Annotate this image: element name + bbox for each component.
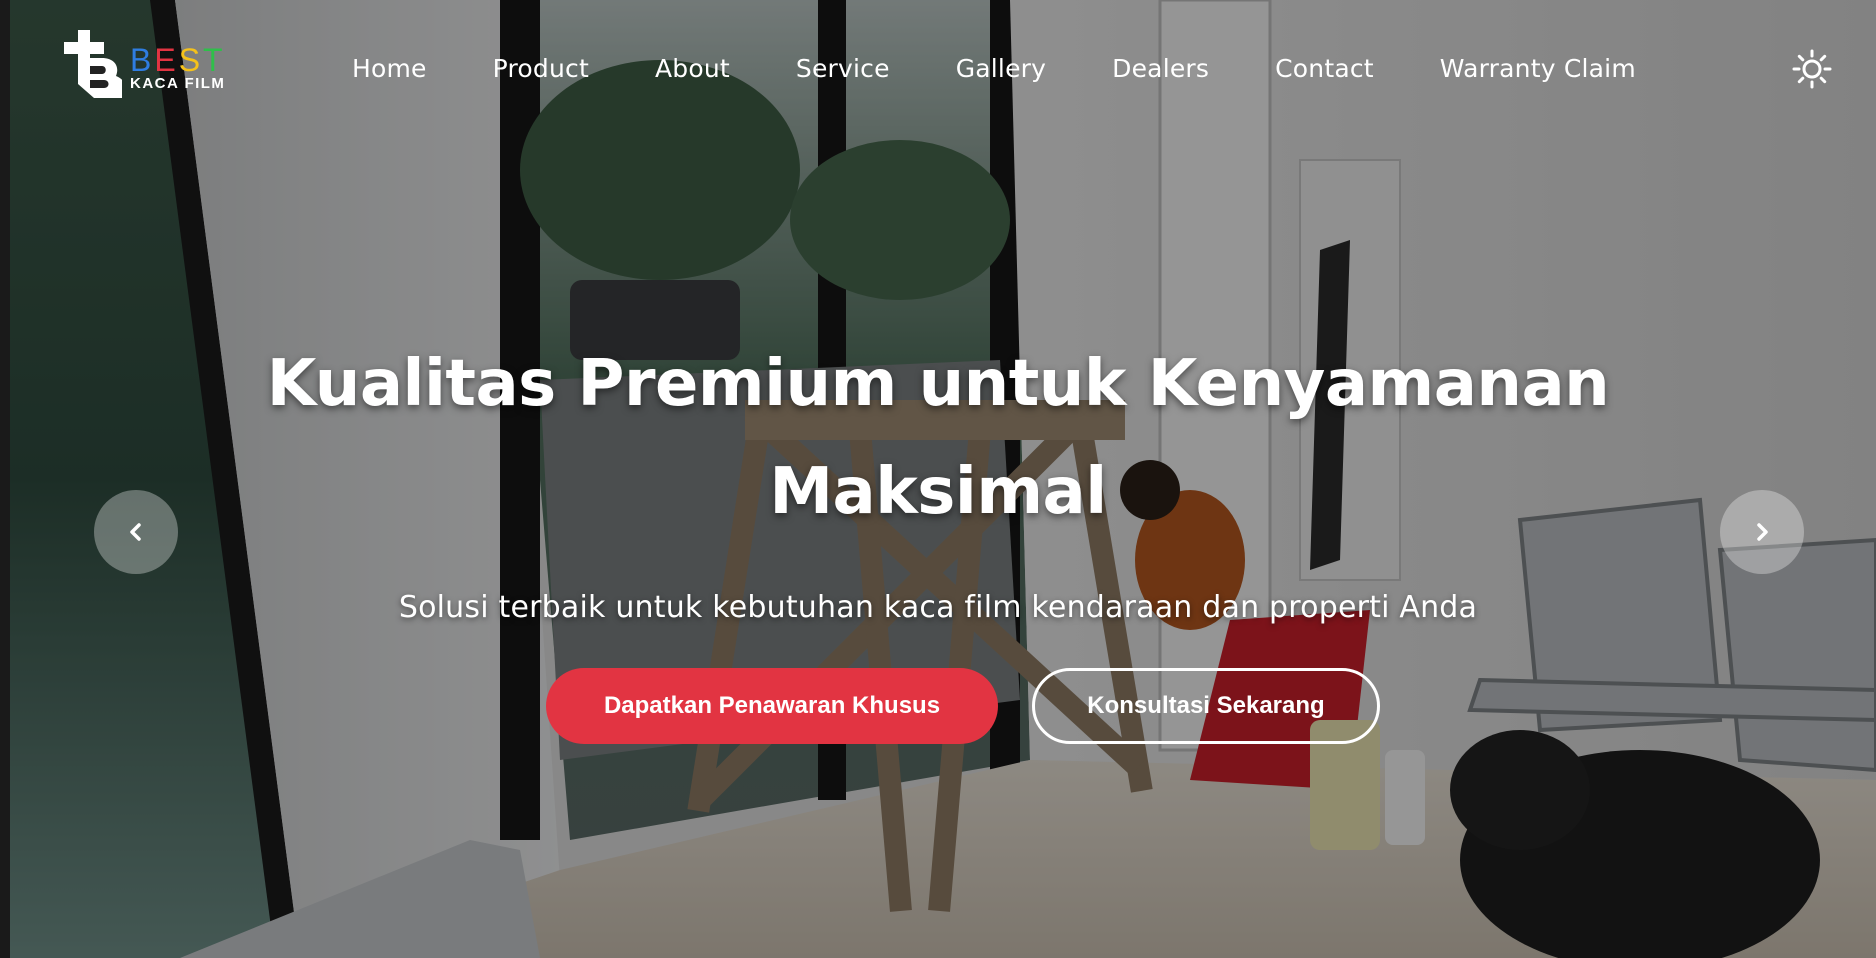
logo-mark-icon <box>64 30 122 98</box>
nav-service[interactable]: Service <box>796 52 890 86</box>
nav-warranty-claim[interactable]: Warranty Claim <box>1440 52 1636 86</box>
logo-best-text: B E S T <box>130 44 226 76</box>
logo-letter-b: B <box>130 42 155 78</box>
special-offer-button[interactable]: Dapatkan Penawaran Khusus <box>546 668 998 744</box>
nav-gallery[interactable]: Gallery <box>956 52 1046 86</box>
sun-icon <box>1792 49 1832 89</box>
hero-content: Kualitas Premium untuk Kenyamanan Maksim… <box>0 330 1876 744</box>
logo-letter-t: T <box>203 42 226 78</box>
main-nav: Home Product About Service Gallery Deale… <box>352 52 1636 86</box>
navbar: B E S T KACA FILM Home Product About Ser… <box>0 0 1876 140</box>
logo-wordmark: B E S T KACA FILM <box>130 44 226 92</box>
hero-cta-group: Dapatkan Penawaran Khusus Konsultasi Sek… <box>0 668 1876 744</box>
nav-home[interactable]: Home <box>352 52 427 86</box>
logo-letter-e: E <box>154 42 179 78</box>
logo-letter-s: S <box>178 42 204 78</box>
hero-title: Kualitas Premium untuk Kenyamanan Maksim… <box>266 347 1610 529</box>
nav-dealers[interactable]: Dealers <box>1112 52 1209 86</box>
hero-section: B E S T KACA FILM Home Product About Ser… <box>0 0 1876 958</box>
brand-logo[interactable]: B E S T KACA FILM <box>64 30 274 98</box>
hero-subtitle: Solusi terbaik untuk kebutuhan kaca film… <box>398 590 1478 625</box>
theme-toggle-button[interactable] <box>1792 49 1832 89</box>
nav-product[interactable]: Product <box>493 52 589 86</box>
consult-now-button[interactable]: Konsultasi Sekarang <box>1032 668 1380 744</box>
nav-contact[interactable]: Contact <box>1275 52 1374 86</box>
logo-subtext: KACA FILM <box>130 75 226 92</box>
nav-about[interactable]: About <box>655 52 730 86</box>
